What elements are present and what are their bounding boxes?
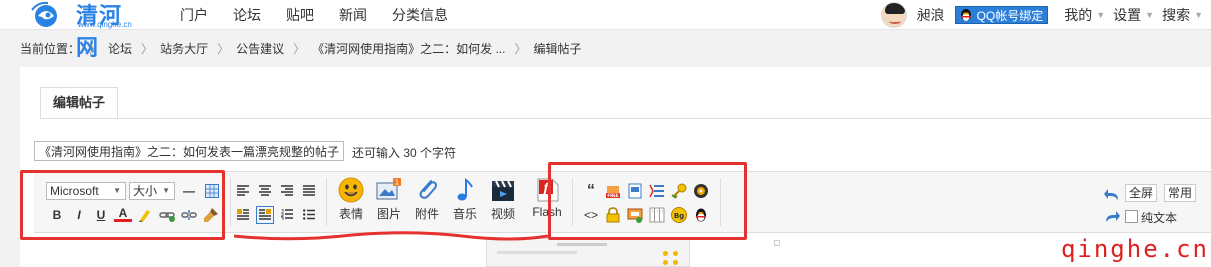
breadcrumb-separator: 〉 bbox=[217, 42, 230, 56]
nav-item-portal[interactable]: 门户 bbox=[180, 5, 208, 25]
logo-swirl-icon bbox=[31, 1, 57, 27]
chevron-down-icon: ▼ bbox=[1194, 10, 1203, 20]
highlight-underline-curve bbox=[233, 231, 549, 241]
main-nav: 门户 论坛 贴吧 新闻 分类信息 bbox=[180, 5, 448, 25]
breadcrumb-item-thread[interactable]: 《清河网使用指南》之二：如何发 ... bbox=[312, 40, 505, 57]
breadcrumb-separator: 〉 bbox=[514, 42, 527, 56]
thumbnail-emoji-dot bbox=[663, 251, 668, 256]
site-logo[interactable]: 清河网 www.qinghe.cn bbox=[22, 0, 142, 60]
thumbnail-emoji-dot bbox=[673, 251, 678, 256]
editor-right-tools: 全屏 常用 纯文本 bbox=[1101, 182, 1211, 232]
image-icon: 1 bbox=[376, 177, 402, 203]
post-title-input[interactable] bbox=[34, 141, 344, 161]
menu-mine[interactable]: 我的 ▼ bbox=[1064, 5, 1105, 25]
fullscreen-button[interactable]: 全屏 bbox=[1125, 184, 1158, 202]
align-right-icon[interactable] bbox=[278, 182, 296, 200]
breadcrumb-item-hall[interactable]: 站务大厅 bbox=[160, 40, 208, 57]
video-clapper-icon bbox=[490, 177, 516, 203]
svg-text:1: 1 bbox=[395, 179, 399, 187]
music-note-icon bbox=[452, 177, 478, 203]
thumbnail-line bbox=[497, 251, 577, 254]
paperclip-icon bbox=[414, 177, 440, 203]
breadcrumb-separator: 〉 bbox=[89, 42, 102, 56]
align-left-icon[interactable] bbox=[234, 182, 252, 200]
menu-mine-label: 我的 bbox=[1064, 7, 1093, 23]
plain-text-label: 纯文本 bbox=[1141, 211, 1178, 225]
highlight-box-extra-group bbox=[548, 162, 747, 240]
title-char-hint: 还可输入 30 个字符 bbox=[352, 146, 457, 160]
watermark: qinghe.cn bbox=[1060, 235, 1209, 263]
qq-penguin-icon bbox=[960, 9, 971, 21]
undo-arrow-icon[interactable] bbox=[1103, 186, 1121, 204]
thumbnail-emoji-dot bbox=[673, 260, 678, 265]
embedded-screenshot-image bbox=[486, 238, 690, 267]
qq-bind-label: QQ帐号绑定 bbox=[976, 8, 1044, 23]
username[interactable]: 昶浪 bbox=[917, 5, 945, 25]
chevron-down-icon: ▼ bbox=[1145, 10, 1155, 20]
redo-arrow-icon[interactable] bbox=[1103, 208, 1121, 226]
menu-settings-label: 设置 bbox=[1113, 7, 1142, 23]
align-justify-icon[interactable] bbox=[300, 182, 318, 200]
menu-settings[interactable]: 设置 ▼ bbox=[1113, 5, 1154, 25]
chevron-down-icon: ▼ bbox=[1096, 10, 1106, 20]
breadcrumb-separator: 〉 bbox=[293, 42, 306, 56]
tab-edit-post[interactable]: 编辑帖子 bbox=[40, 87, 118, 119]
menu-search[interactable]: 搜索 ▼ bbox=[1162, 5, 1203, 25]
align-center-icon[interactable] bbox=[256, 182, 274, 200]
toolbar-divider bbox=[230, 178, 231, 226]
tab-divider bbox=[40, 118, 1211, 119]
avatar[interactable] bbox=[880, 2, 907, 28]
breadcrumb-label: 当前位置： bbox=[20, 42, 81, 56]
breadcrumb: 当前位置： 〉 论坛 〉 站务大厅 〉 公告建议 〉 《清河网使用指南》之二：如… bbox=[20, 40, 582, 57]
resize-handle-icon[interactable] bbox=[774, 240, 780, 246]
breadcrumb-item-forum[interactable]: 论坛 bbox=[108, 40, 132, 57]
emoji-icon bbox=[338, 177, 364, 203]
user-area: 昶浪 QQ帐号绑定 我的 ▼ 设置 ▼ 搜索 ▼ bbox=[880, 0, 1211, 30]
nav-item-tieba[interactable]: 贴吧 bbox=[286, 5, 314, 25]
top-navigation-bar: 清河网 www.qinghe.cn 门户 论坛 贴吧 新闻 分类信息 昶浪 QQ… bbox=[0, 0, 1211, 60]
breadcrumb-separator: 〉 bbox=[141, 42, 154, 56]
thumbnail-title-bar bbox=[557, 243, 607, 246]
breadcrumb-item-current: 编辑帖子 bbox=[533, 42, 582, 56]
qq-bind-button[interactable]: QQ帐号绑定 bbox=[954, 6, 1049, 24]
plain-text-checkbox[interactable] bbox=[1125, 210, 1138, 223]
highlight-box-font-group bbox=[20, 170, 225, 240]
menu-search-label: 搜索 bbox=[1162, 7, 1191, 23]
nav-item-news[interactable]: 新闻 bbox=[339, 5, 367, 25]
common-button[interactable]: 常用 bbox=[1164, 184, 1197, 202]
thumbnail-emoji-dot bbox=[663, 260, 668, 265]
nav-item-forum[interactable]: 论坛 bbox=[233, 5, 261, 25]
logo-domain: www.qinghe.cn bbox=[78, 20, 132, 29]
nav-item-classified[interactable]: 分类信息 bbox=[392, 5, 448, 25]
breadcrumb-item-suggestions[interactable]: 公告建议 bbox=[236, 40, 284, 57]
